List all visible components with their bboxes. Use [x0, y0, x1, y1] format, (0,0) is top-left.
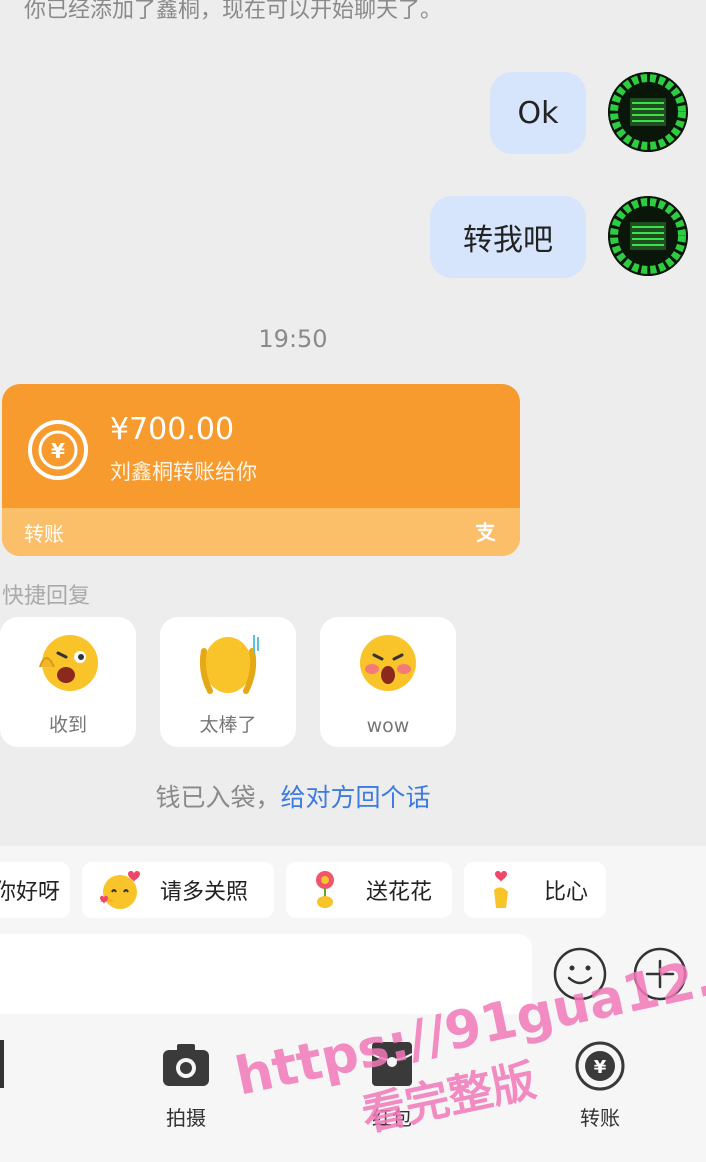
flower-icon	[316, 871, 334, 908]
clap-emoji-icon	[199, 635, 259, 694]
transfer-card[interactable]: ¥ ¥700.00 刘鑫桐转账给你 转账	[2, 384, 520, 556]
hug-emoji-icon	[100, 871, 140, 909]
quick-reply-item[interactable]: 太棒了	[160, 617, 296, 747]
message-text: 转我吧	[463, 223, 553, 258]
quick-chip[interactable]: 比心	[464, 862, 606, 918]
transfer-tool-icon: ¥	[575, 1041, 625, 1091]
camera-tool[interactable]: 拍摄	[136, 1040, 236, 1131]
chip-label: 送花花	[366, 880, 433, 905]
transfer-description: 刘鑫桐转账给你	[110, 460, 257, 484]
quick-reply-title: 快捷回复	[2, 584, 91, 609]
quick-reply-label: 收到	[48, 714, 87, 736]
hint-link[interactable]: 给对方回个话	[281, 783, 431, 812]
reply-hint: 钱已入袋，给对方回个话	[0, 778, 586, 814]
wink-emoji-icon	[39, 635, 98, 691]
camera-icon	[163, 1044, 209, 1086]
transfer-amount: ¥700.00	[110, 412, 235, 447]
quick-reply-label: 太棒了	[199, 714, 257, 736]
partial-tool-icon[interactable]	[0, 1040, 4, 1088]
timestamp: 19:50	[258, 325, 328, 353]
system-message: 你已经添加了鑫桐，现在可以开始聊天了。	[24, 0, 443, 23]
alipay-icon	[475, 521, 496, 543]
chip-label: 比心	[544, 880, 589, 905]
transfer-icon: ¥	[28, 420, 88, 480]
transfer-footer-label: 转账	[24, 522, 64, 546]
quick-reply-item[interactable]: wow	[320, 617, 456, 747]
quick-reply-item[interactable]: 收到	[0, 617, 136, 747]
finger-heart-icon	[494, 871, 508, 908]
quick-chip[interactable]: 你好呀	[0, 862, 70, 918]
avatar-image	[608, 196, 688, 276]
chip-label: 你好呀	[0, 880, 60, 905]
quick-chip[interactable]: 送花花	[286, 862, 452, 918]
avatar[interactable]	[608, 72, 688, 152]
transfer-tool[interactable]: ¥ 转账	[550, 1040, 650, 1131]
message-text: Ok	[517, 95, 559, 131]
quick-reply-label: wow	[366, 715, 410, 737]
avatar[interactable]	[608, 196, 688, 276]
hint-text: 钱已入袋，	[155, 783, 281, 812]
transfer-footer: 转账	[2, 508, 520, 556]
svg-text:¥: ¥	[51, 439, 65, 463]
quick-chip[interactable]: 请多关照	[82, 862, 274, 918]
message-bubble[interactable]: 转我吧	[430, 196, 586, 278]
svg-text:¥: ¥	[594, 1057, 607, 1078]
message-bubble[interactable]: Ok	[490, 72, 586, 154]
chip-label: 请多关照	[160, 880, 249, 905]
transfer-tool-label: 转账	[580, 1106, 620, 1130]
camera-label: 拍摄	[166, 1106, 206, 1130]
avatar-image	[608, 72, 688, 152]
wow-emoji-icon	[360, 635, 416, 691]
